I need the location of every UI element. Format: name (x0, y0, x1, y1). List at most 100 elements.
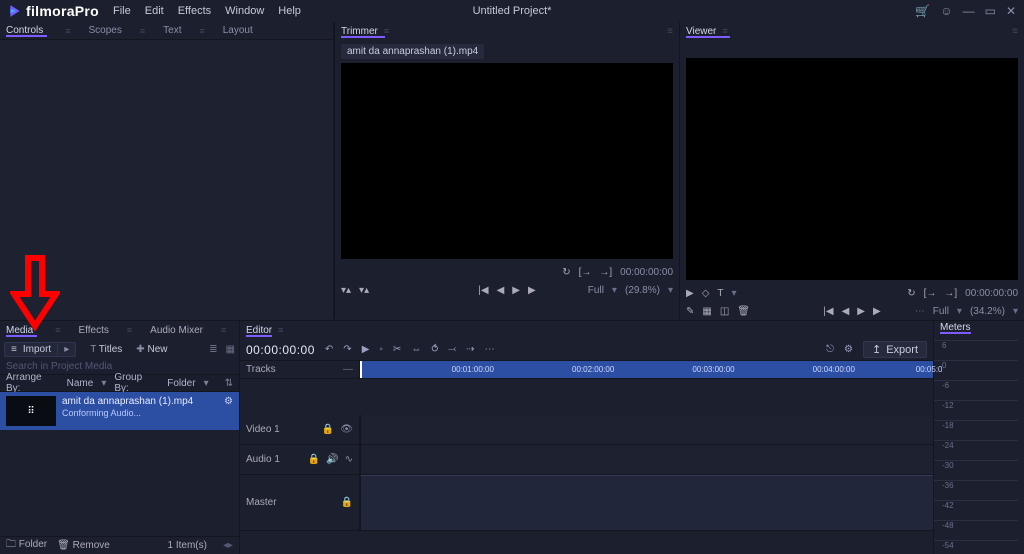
chevron-down-icon[interactable]: ▾ (668, 285, 673, 296)
chevron-down-icon[interactable]: ▾ (1013, 306, 1018, 317)
mark-in-icon[interactable]: [→ (579, 267, 592, 278)
list-view-icon[interactable]: ≣ (209, 344, 217, 355)
tab-handle-icon[interactable]: ≡ (722, 26, 727, 36)
lock-icon[interactable]: 🔒 (322, 424, 334, 435)
tab-text[interactable]: Text (163, 25, 181, 36)
link-icon[interactable]: ⇔ (411, 344, 421, 355)
trimmer-scale-label[interactable]: Full (588, 285, 604, 296)
tab-layout[interactable]: Layout (223, 25, 253, 36)
tab-handle-icon[interactable]: ≡ (384, 26, 389, 36)
viewer-scale-pct[interactable]: (34.2%) (970, 306, 1005, 317)
chevron-down-icon[interactable]: ▾ (101, 378, 106, 389)
tab-effects[interactable]: Effects (79, 325, 109, 336)
gear-icon[interactable]: ⚙ (224, 396, 233, 407)
play-icon[interactable]: ▶ (362, 344, 370, 355)
mark-out-icon[interactable]: →] (944, 288, 957, 299)
overwrite-icon[interactable]: ▾▴ (359, 285, 369, 296)
trash-icon[interactable]: 🗑 (737, 306, 750, 317)
folder-button[interactable]: 🗀 Folder (6, 537, 47, 554)
import-button[interactable]: ≡ Import ▸ (4, 342, 76, 357)
chevron-down-icon[interactable]: ▾ (732, 288, 737, 299)
track-lane[interactable] (360, 415, 933, 444)
step-fwd-icon[interactable]: ▶ (528, 285, 536, 296)
grid-view-icon[interactable]: ▦ (226, 344, 235, 355)
trimmer-video[interactable] (341, 63, 673, 259)
step-back-icon[interactable]: ◀ (842, 306, 850, 317)
export-button[interactable]: ↥Export (863, 341, 927, 358)
tab-handle-icon[interactable]: ≡ (65, 26, 70, 36)
lock-icon[interactable]: 🔒 (308, 454, 320, 465)
trimmer-scale-pct[interactable]: (29.8%) (625, 285, 660, 296)
loop-icon[interactable]: ↻ (562, 267, 570, 278)
pencil-icon[interactable]: ✎ (686, 306, 694, 317)
playhead[interactable] (360, 361, 362, 378)
undo-icon[interactable]: ↶ (325, 344, 333, 355)
more-icon[interactable]: ⋯ (915, 306, 925, 317)
chevron-down-icon[interactable]: ▾ (612, 285, 617, 296)
mark-in-icon[interactable]: [→ (924, 288, 937, 299)
eye-icon[interactable]: 👁 (340, 424, 353, 435)
track-label[interactable]: Video 1 🔒👁 (240, 415, 360, 444)
track-lane[interactable] (360, 475, 933, 530)
options-icon[interactable]: ◇ (702, 288, 710, 299)
go-start-icon[interactable]: |◀ (823, 306, 833, 317)
tab-scopes[interactable]: Scopes (89, 25, 122, 36)
viewer-video[interactable] (686, 58, 1018, 280)
play-icon[interactable]: ▶ (512, 285, 520, 296)
tab-handle-icon[interactable]: ≡ (278, 325, 283, 335)
cart-icon[interactable]: 🛒 (915, 4, 930, 18)
text-tool-icon[interactable]: T (717, 288, 723, 299)
magnet-icon[interactable]: ⎋ (826, 344, 834, 355)
tab-handle-icon[interactable]: ≡ (127, 325, 132, 335)
media-clip-item[interactable]: ⠿ amit da annaprashan (1).mp4 Conforming… (0, 392, 239, 430)
speaker-icon[interactable]: 🔊 (326, 454, 338, 465)
scrollbar-icon[interactable]: ◂▸ (223, 540, 233, 551)
more-icon[interactable]: ⋯ (485, 344, 495, 355)
menu-edit[interactable]: Edit (145, 5, 164, 17)
mark-out-icon[interactable]: →] (599, 267, 612, 278)
track-label[interactable]: Master 🔒 (240, 475, 360, 530)
chevron-down-icon[interactable]: ▾ (204, 378, 209, 389)
group-value[interactable]: Folder (167, 378, 195, 389)
redo-icon[interactable]: ↷ (343, 344, 351, 355)
tab-handle-icon[interactable]: ≡ (221, 325, 226, 335)
cut-icon[interactable]: ✂ (393, 344, 401, 355)
close-icon[interactable]: ✕ (1006, 4, 1016, 18)
waveform-icon[interactable]: ∿ (345, 454, 353, 465)
panel-menu-icon[interactable]: ≡ (667, 26, 673, 37)
tab-handle-icon[interactable]: ≡ (55, 325, 60, 335)
menu-effects[interactable]: Effects (178, 5, 211, 17)
tool-icon[interactable]: ⇢ (466, 344, 474, 355)
tab-handle-icon[interactable]: ≡ (140, 26, 145, 36)
arrange-value[interactable]: Name (67, 378, 94, 389)
go-start-icon[interactable]: |◀ (478, 285, 488, 296)
collapse-icon[interactable]: — (343, 364, 353, 375)
ripple-icon[interactable]: ⥀ (431, 344, 438, 355)
insert-icon[interactable]: ▾▴ (341, 285, 351, 296)
crop-icon[interactable]: ◫ (720, 306, 729, 317)
sort-icon[interactable]: ⇅ (225, 378, 233, 389)
chevron-right-icon[interactable]: ▸ (57, 344, 69, 355)
menu-file[interactable]: File (113, 5, 131, 17)
menu-window[interactable]: Window (225, 5, 264, 17)
new-button[interactable]: ✚ New (136, 344, 167, 355)
minimize-icon[interactable]: — (963, 4, 975, 18)
panel-menu-icon[interactable]: ≡ (1012, 26, 1018, 37)
maximize-icon[interactable]: ▭ (985, 4, 996, 18)
tab-handle-icon[interactable]: ≡ (199, 26, 204, 36)
mask-icon[interactable]: ▦ (702, 306, 711, 317)
titles-button[interactable]: T Titles (90, 344, 122, 355)
stop-icon[interactable]: ◦ (379, 344, 383, 355)
step-fwd-icon[interactable]: ▶ (873, 306, 881, 317)
gear-icon[interactable]: ⚙ (844, 344, 853, 355)
track-label[interactable]: Audio 1 🔒🔊∿ (240, 445, 360, 474)
viewer-scale-label[interactable]: Full (933, 306, 949, 317)
loop-icon[interactable]: ↻ (907, 288, 915, 299)
lock-icon[interactable]: 🔒 (341, 497, 353, 508)
user-icon[interactable]: ☺ (940, 4, 952, 18)
play-icon[interactable]: ▶ (686, 288, 694, 299)
track-lane[interactable] (360, 445, 933, 474)
step-back-icon[interactable]: ◀ (497, 285, 505, 296)
tab-audio-mixer[interactable]: Audio Mixer (150, 325, 203, 336)
remove-button[interactable]: 🗑 Remove (57, 540, 110, 551)
